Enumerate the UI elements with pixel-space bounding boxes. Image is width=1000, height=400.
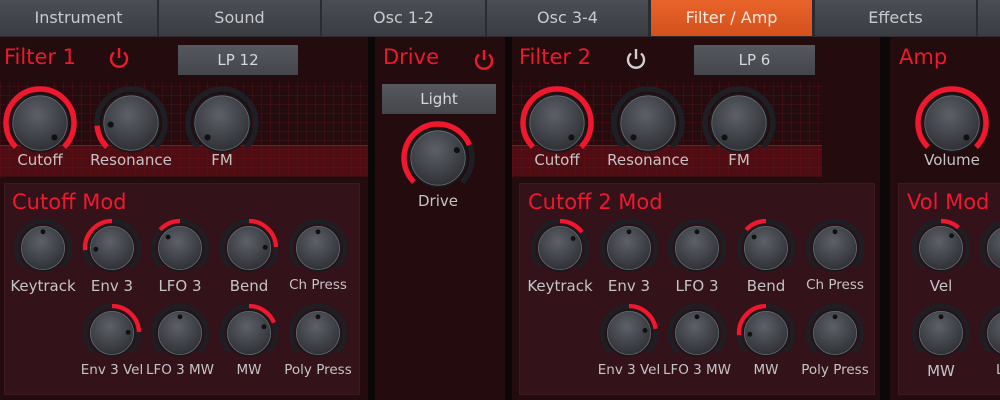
drive-label: Drive bbox=[418, 192, 458, 210]
cutoff-mod-6-knob[interactable] bbox=[148, 301, 212, 365]
cutoff-mod-8-label: Poly Press bbox=[284, 362, 352, 378]
vol-mod-lfo-label: LF bbox=[954, 277, 1000, 295]
cutoff-mod-2-knob[interactable] bbox=[148, 216, 212, 280]
vol-mod-lfo2-knob[interactable] bbox=[977, 301, 1000, 365]
vol-mod-vel-knob[interactable] bbox=[909, 216, 973, 280]
cutoff-mod-8-knob[interactable] bbox=[286, 301, 350, 365]
knob-indicator bbox=[642, 328, 648, 333]
knob-indicator bbox=[963, 134, 970, 141]
cutoff2-mod-3-knob[interactable] bbox=[734, 216, 798, 280]
drive-power-icon[interactable] bbox=[472, 48, 496, 72]
knob-indicator bbox=[721, 134, 728, 141]
cutoff2-mod-8-label: Poly Press bbox=[801, 362, 869, 378]
cutoff2-mod-4-knob[interactable] bbox=[803, 216, 867, 280]
knob-indicator bbox=[694, 229, 700, 235]
filter1-type-select[interactable]: LP 12 bbox=[178, 45, 298, 75]
tab-instrument[interactable]: Instrument bbox=[0, 0, 157, 36]
knob-indicator bbox=[40, 229, 46, 235]
cutoff-mod-title: Cutoff Mod bbox=[12, 190, 127, 214]
filter2-title: Filter 2 bbox=[519, 45, 592, 69]
knob-indicator bbox=[165, 234, 171, 240]
cutoff2-mod-4-label: Ch Press bbox=[806, 277, 864, 293]
knob-indicator bbox=[949, 233, 954, 239]
knob-indicator bbox=[747, 331, 753, 337]
drive-panel: Drive Light bbox=[375, 37, 505, 400]
cutoff2-mod-6-knob[interactable] bbox=[665, 301, 729, 365]
drive-knob[interactable] bbox=[399, 119, 477, 197]
drive-title: Drive bbox=[383, 45, 439, 69]
vol-mod-mw-knob[interactable] bbox=[909, 301, 973, 365]
cutoff-mod-1-knob[interactable] bbox=[80, 216, 144, 280]
knob-indicator bbox=[453, 147, 460, 154]
filter1-title: Filter 1 bbox=[4, 45, 77, 69]
cutoff2-mod-2-knob[interactable] bbox=[665, 216, 729, 280]
tab-bar: Instrument Sound Osc 1-2 Osc 3-4 Filter … bbox=[0, 0, 1000, 37]
knob-indicator bbox=[51, 134, 58, 141]
knob-indicator bbox=[568, 134, 575, 141]
cutoff2-mod-7-knob[interactable] bbox=[734, 301, 798, 365]
cutoff-mod-3-knob[interactable] bbox=[217, 216, 281, 280]
tab-effects[interactable]: Effects bbox=[815, 0, 976, 36]
cutoff-mod-7-knob[interactable] bbox=[217, 301, 281, 365]
filter2-type-select[interactable]: LP 6 bbox=[694, 45, 815, 75]
knob-indicator bbox=[751, 234, 757, 240]
cutoff2-mod-title: Cutoff 2 Mod bbox=[528, 190, 663, 214]
cutoff2-mod-5-knob[interactable] bbox=[597, 301, 661, 365]
knob-indicator bbox=[177, 314, 183, 320]
cutoff-mod-5-knob[interactable] bbox=[80, 301, 144, 365]
filter2-power-icon[interactable] bbox=[624, 47, 648, 71]
cutoff2-mod-1-knob[interactable] bbox=[597, 216, 661, 280]
knob-indicator bbox=[262, 244, 268, 250]
vol-mod-lfo2-label: LFO bbox=[996, 362, 1000, 378]
knob-indicator bbox=[315, 229, 321, 235]
knob-indicator bbox=[832, 229, 838, 235]
tab-filter-amp[interactable]: Filter / Amp bbox=[651, 0, 812, 36]
knob-indicator bbox=[204, 134, 211, 141]
knob-indicator bbox=[261, 324, 267, 330]
vol-mod-lfo-knob[interactable] bbox=[977, 216, 1000, 280]
amp-title: Amp bbox=[899, 45, 948, 69]
knob-indicator bbox=[93, 246, 99, 252]
tab-osc-3-4[interactable]: Osc 3-4 bbox=[487, 0, 648, 36]
knob-indicator bbox=[626, 229, 632, 235]
amp-volume-label: Volume bbox=[924, 151, 980, 169]
cutoff2-mod-0-knob[interactable] bbox=[528, 216, 592, 280]
knob-indicator bbox=[125, 329, 131, 335]
filter1-fm-label: FM bbox=[211, 151, 233, 169]
drive-type-select[interactable]: Light bbox=[382, 84, 496, 114]
knob-indicator bbox=[694, 314, 700, 320]
cutoff2-mod-8-knob[interactable] bbox=[803, 301, 867, 365]
filter1-power-icon[interactable] bbox=[107, 46, 131, 70]
tab-sound[interactable]: Sound bbox=[159, 0, 320, 36]
vol-mod-title: Vol Mod bbox=[907, 190, 990, 214]
cutoff-mod-0-knob[interactable] bbox=[11, 216, 75, 280]
knob-indicator bbox=[107, 121, 114, 128]
filter2-fm-label: FM bbox=[728, 151, 750, 169]
tab-osc-1-2[interactable]: Osc 1-2 bbox=[322, 0, 485, 36]
knob-indicator bbox=[832, 314, 838, 320]
cutoff-mod-4-knob[interactable] bbox=[286, 216, 350, 280]
cutoff-mod-4-label: Ch Press bbox=[289, 277, 347, 293]
tab-more[interactable] bbox=[978, 0, 1000, 36]
knob-indicator bbox=[315, 314, 321, 320]
knob-indicator bbox=[630, 134, 637, 141]
knob-indicator bbox=[570, 236, 576, 241]
knob-indicator bbox=[938, 314, 944, 320]
